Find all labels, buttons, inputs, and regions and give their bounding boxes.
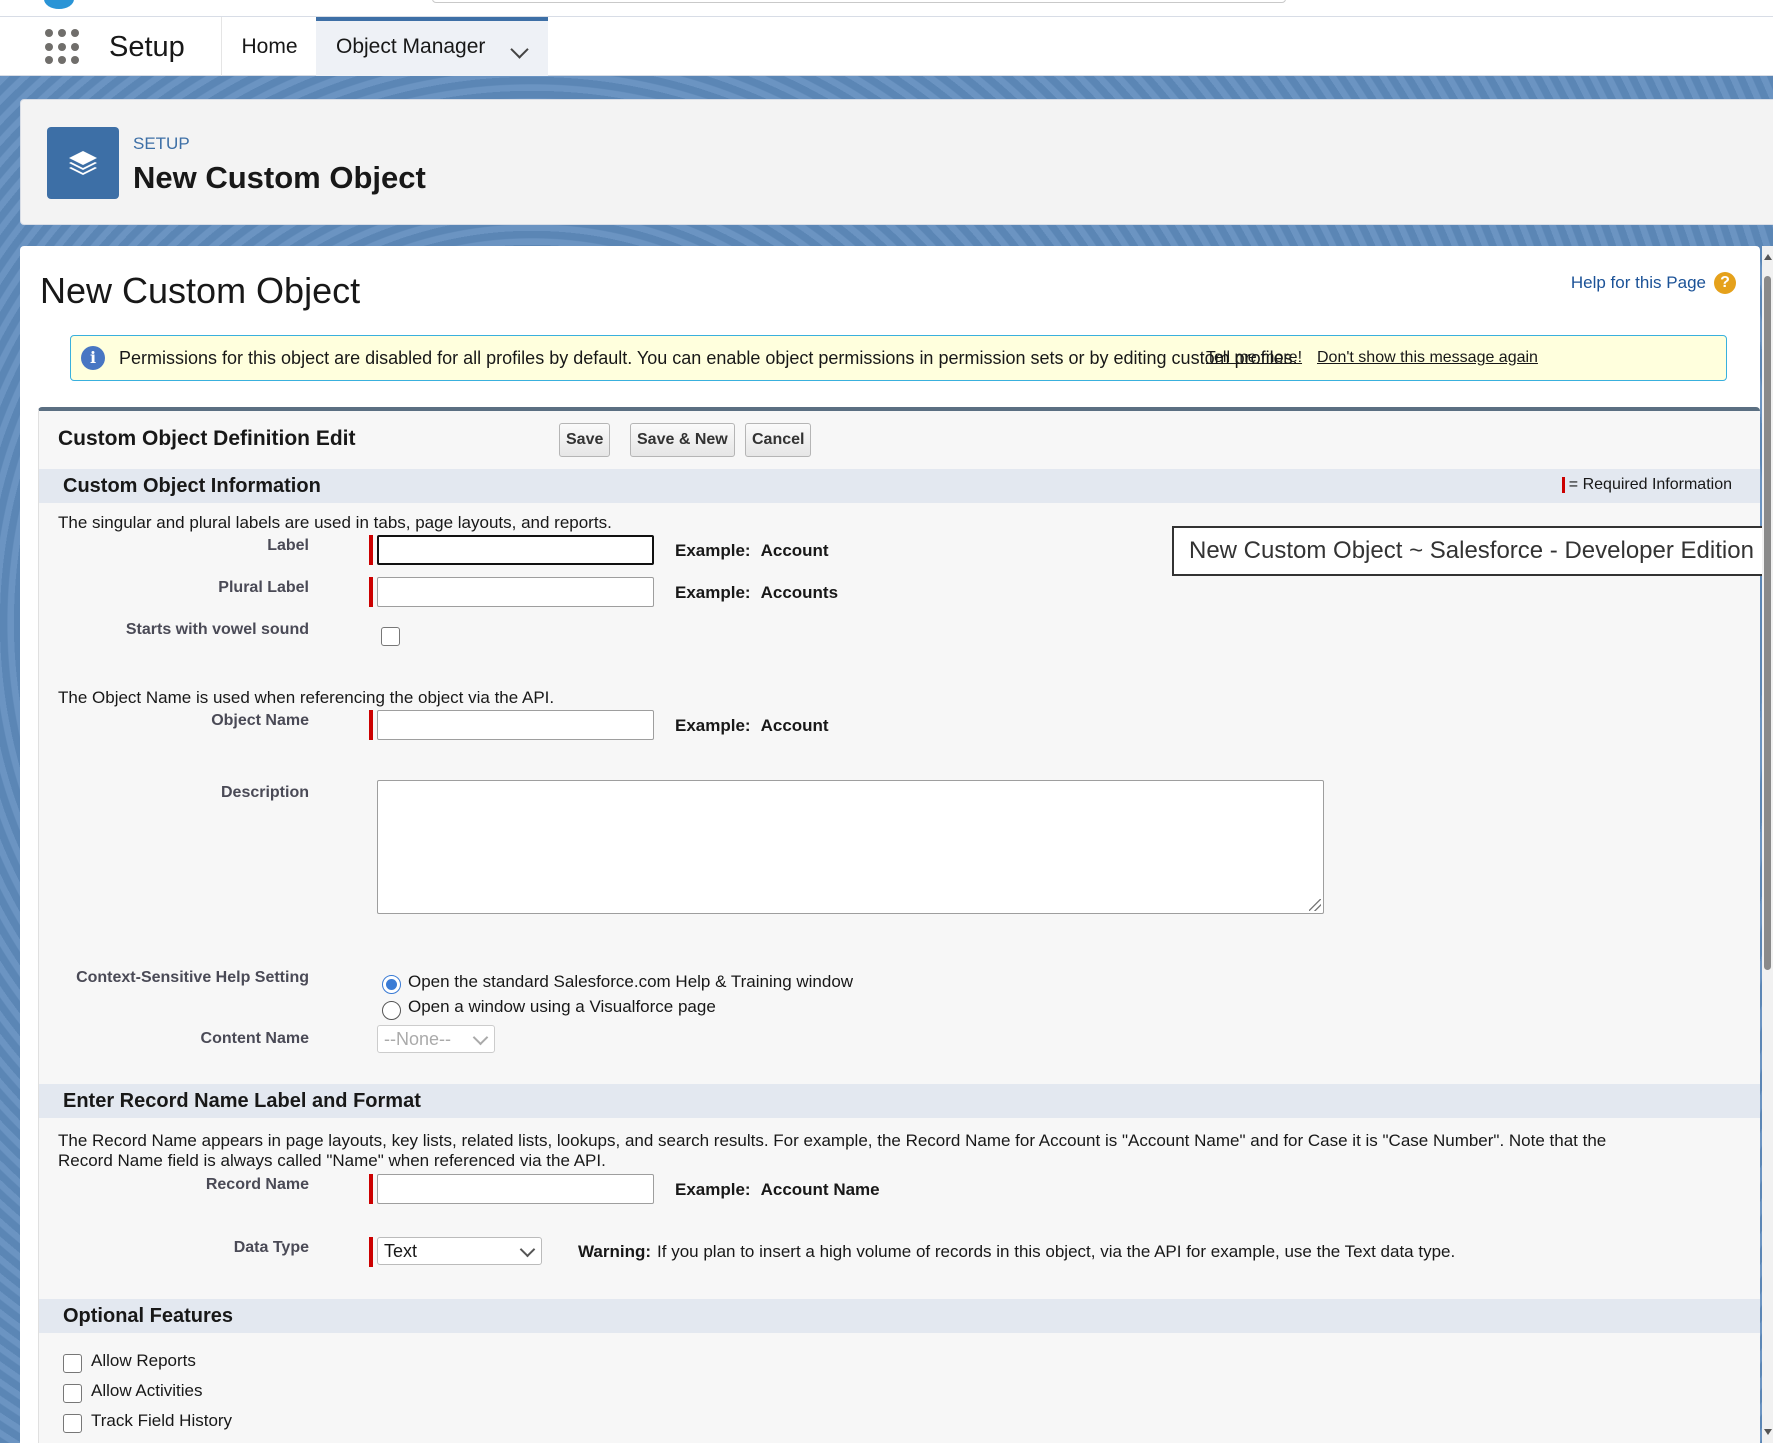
content-name-select: --None-- (377, 1025, 495, 1053)
label-example: Example: Account (675, 541, 829, 561)
context-nav: Setup Home Object Manager (0, 17, 1773, 76)
tell-me-more-link[interactable]: Tell me more! (1206, 349, 1302, 367)
object-name-input[interactable] (377, 710, 654, 740)
required-marker (369, 1174, 373, 1204)
allow-reports-checkbox[interactable] (63, 1354, 82, 1373)
vowel-sound-checkbox[interactable] (381, 627, 400, 646)
save-button[interactable]: Save (559, 423, 611, 457)
chevron-down-icon[interactable] (510, 40, 529, 59)
data-type-select[interactable]: Text (377, 1237, 542, 1265)
labels-intro-text: The singular and plural labels are used … (58, 513, 612, 532)
help-for-page-link[interactable]: Help for this Page ? (1571, 272, 1736, 294)
section-optional-features: Optional Features (39, 1299, 1760, 1333)
help-standard-radio[interactable] (382, 975, 401, 994)
example-prefix: Example: (675, 583, 751, 602)
save-and-new-button[interactable]: Save & New (630, 423, 735, 457)
data-type-value: Text (384, 1241, 418, 1261)
allow-activities-checkbox[interactable] (63, 1384, 82, 1403)
help-question-icon[interactable]: ? (1714, 272, 1736, 294)
help-setting-label: Context-Sensitive Help Setting (76, 969, 309, 986)
required-marker (369, 535, 373, 565)
track-field-history-label: Track Field History (91, 1411, 233, 1430)
section-record-name: Enter Record Name Label and Format (39, 1084, 1760, 1118)
warning-label: Warning: (578, 1242, 652, 1261)
page-title: New Custom Object (133, 160, 426, 195)
section-title: Custom Object Information (63, 475, 321, 497)
section-title: Optional Features (63, 1305, 234, 1327)
plural-label-example: Example: Accounts (675, 583, 838, 603)
data-type-label: Data Type (233, 1239, 309, 1256)
description-textarea[interactable] (377, 780, 1324, 914)
scrollbar-thumb[interactable] (1764, 276, 1771, 970)
chevron-down-icon (472, 1029, 489, 1046)
tab-home[interactable]: Home (222, 17, 317, 76)
allow-activities-label: Allow Activities (91, 1381, 203, 1400)
app-name: Setup (109, 31, 185, 63)
page-eyebrow: SETUP (133, 134, 190, 153)
chevron-down-icon (519, 1241, 536, 1258)
window-title-tooltip: New Custom Object ~ Salesforce - Develop… (1172, 526, 1764, 576)
info-message: i Permissions for this object are disabl… (70, 335, 1727, 381)
tab-object-manager[interactable]: Object Manager (316, 17, 548, 76)
label-input[interactable] (377, 535, 654, 565)
form-title: Custom Object Definition Edit (58, 427, 356, 450)
content-heading: New Custom Object (40, 270, 361, 311)
scroll-up-icon[interactable] (1764, 254, 1772, 260)
required-info-text: = Required Information (1568, 476, 1732, 493)
tab-object-manager-label: Object Manager (336, 35, 486, 58)
example-value: Accounts (760, 583, 839, 602)
section-title: Enter Record Name Label and Format (63, 1090, 421, 1112)
form-header: Custom Object Definition Edit Save Save … (39, 411, 1760, 469)
allow-reports-label: Allow Reports (91, 1351, 196, 1370)
example-value: Account (760, 716, 829, 735)
example-value: Account Name (760, 1180, 880, 1199)
info-message-text: Permissions for this object are disabled… (119, 348, 1298, 368)
record-name-example: Example: Account Name (675, 1180, 880, 1200)
help-link-label: Help for this Page (1570, 273, 1706, 292)
global-search-input[interactable] (432, 0, 1286, 3)
vowel-sound-label: Starts with vowel sound (125, 621, 309, 638)
record-name-label: Record Name (205, 1176, 309, 1193)
description-label: Description (220, 784, 309, 801)
plural-label-input[interactable] (377, 577, 654, 607)
page-header: SETUP New Custom Object (20, 99, 1773, 225)
warning-text: If you plan to insert a high volume of r… (657, 1242, 1456, 1261)
help-standard-option-label: Open the standard Salesforce.com Help & … (408, 972, 854, 991)
object-name-label: Object Name (211, 712, 309, 729)
main-content: New Custom Object Help for this Page ? i… (20, 246, 1760, 1443)
example-value: Account (760, 541, 829, 560)
content-name-value: --None-- (384, 1029, 452, 1049)
required-marker (369, 1237, 373, 1267)
required-marker (369, 577, 373, 607)
section-custom-object-information: Custom Object Information = Required Inf… (39, 469, 1760, 503)
example-prefix: Example: (675, 541, 751, 560)
record-name-input[interactable] (377, 1174, 654, 1204)
page-scrollbar[interactable] (1762, 246, 1773, 1443)
example-prefix: Example: (675, 716, 751, 735)
required-info-legend: = Required Information (1561, 476, 1732, 494)
record-name-intro-line1: The Record Name appears in page layouts,… (58, 1131, 1607, 1150)
label-field-label: Label (267, 537, 309, 554)
dont-show-again-link[interactable]: Don't show this message again (1317, 349, 1538, 367)
object-name-intro-text: The Object Name is used when referencing… (58, 688, 555, 707)
cancel-button[interactable]: Cancel (745, 423, 812, 457)
info-icon: i (81, 346, 105, 370)
required-marker (369, 710, 373, 740)
help-visualforce-radio[interactable] (382, 1001, 401, 1020)
app-launcher-icon[interactable] (45, 29, 81, 65)
object-name-example: Example: Account (675, 716, 829, 736)
required-indicator-icon (1561, 477, 1565, 493)
example-prefix: Example: (675, 1180, 751, 1199)
custom-object-icon (47, 127, 119, 199)
record-name-intro-line2: Record Name field is always called "Name… (58, 1151, 606, 1170)
resize-handle-icon[interactable] (1309, 899, 1321, 911)
track-field-history-checkbox[interactable] (63, 1414, 82, 1433)
scroll-down-icon[interactable] (1764, 1429, 1772, 1435)
plural-label-field-label: Plural Label (218, 579, 309, 596)
help-visualforce-option-label: Open a window using a Visualforce page (408, 997, 716, 1016)
content-name-label: Content Name (200, 1030, 309, 1047)
data-type-warning: Warning: If you plan to insert a high vol… (578, 1242, 1455, 1262)
salesforce-logo[interactable] (44, 0, 74, 9)
global-header (0, 0, 1773, 17)
